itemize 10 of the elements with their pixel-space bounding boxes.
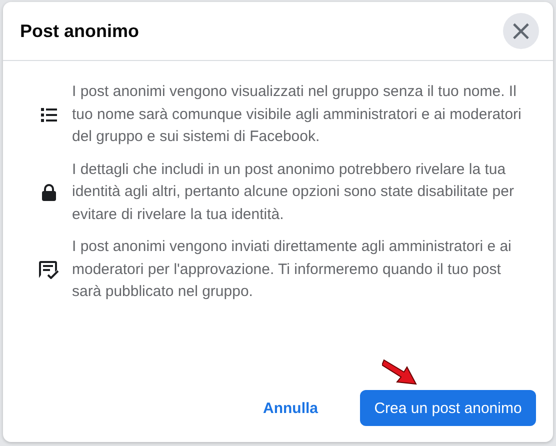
create-button[interactable]: Crea un post anonimo <box>360 390 536 426</box>
lock-icon <box>39 184 59 201</box>
list-icon <box>39 108 59 122</box>
info-text: I post anonimi vengono visualizzati nel gruppo senza il tuo nome. Il tuo nome sarà comunque visibile agli amministratori e ai moderatori del gruppo e sui sistemi di Facebook. <box>72 82 522 147</box>
dialog-title: Post anonimo <box>20 20 140 42</box>
info-text: I dettagli che includi in un post anonimo potrebbero rivelare la tua identità agli altri, pertanto alcune opzioni sono state disabilitate per evitare di rivelare la tua identità. <box>72 160 515 224</box>
cancel-button[interactable]: Annulla <box>251 392 330 424</box>
checklist-icon <box>39 260 59 279</box>
info-text: I post anonimi vengono inviati direttamente agli amministratori e ai moderatori per l'approvazione. Ti informeremo quando il tuo post sarà pubblicato nel gruppo. <box>72 237 512 302</box>
close-button[interactable]: × <box>503 13 539 49</box>
